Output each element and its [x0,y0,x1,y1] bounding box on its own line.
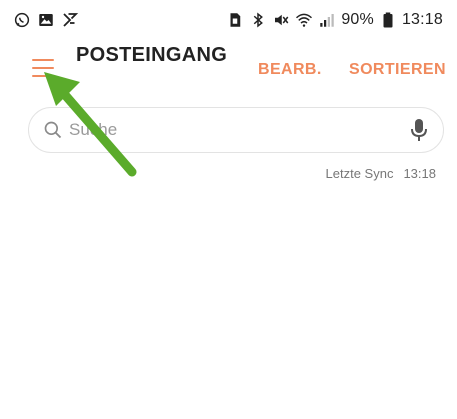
status-bar-notifications [13,11,79,29]
edit-button[interactable]: BEARB. [258,61,322,79]
bluetooth-icon [249,11,267,29]
mute-vibrate-icon [272,11,290,29]
last-sync-info: Letzte Sync 13:18 [326,166,436,181]
microphone-icon[interactable] [409,118,429,142]
whatsapp-icon [13,11,31,29]
status-bar-system: 90% 13:18 [226,11,443,29]
sim-icon [226,11,244,29]
feedly-icon [61,11,79,29]
sort-button[interactable]: SORTIEREN [349,61,446,79]
wifi-icon [295,11,313,29]
last-sync-label: Letzte Sync [325,166,394,181]
last-sync-time: 13:18 [403,166,436,181]
battery-percentage: 90% [341,11,374,28]
battery-icon [379,11,397,29]
email-inbox-screen: 90% 13:18 POSTEINGANG BEARB. SORTIEREN L… [0,0,457,419]
status-time: 13:18 [401,11,443,28]
annotation-arrow-icon [44,72,137,177]
signal-icon [318,11,336,29]
gallery-icon [37,11,55,29]
status-bar: 90% 13:18 [0,0,457,40]
